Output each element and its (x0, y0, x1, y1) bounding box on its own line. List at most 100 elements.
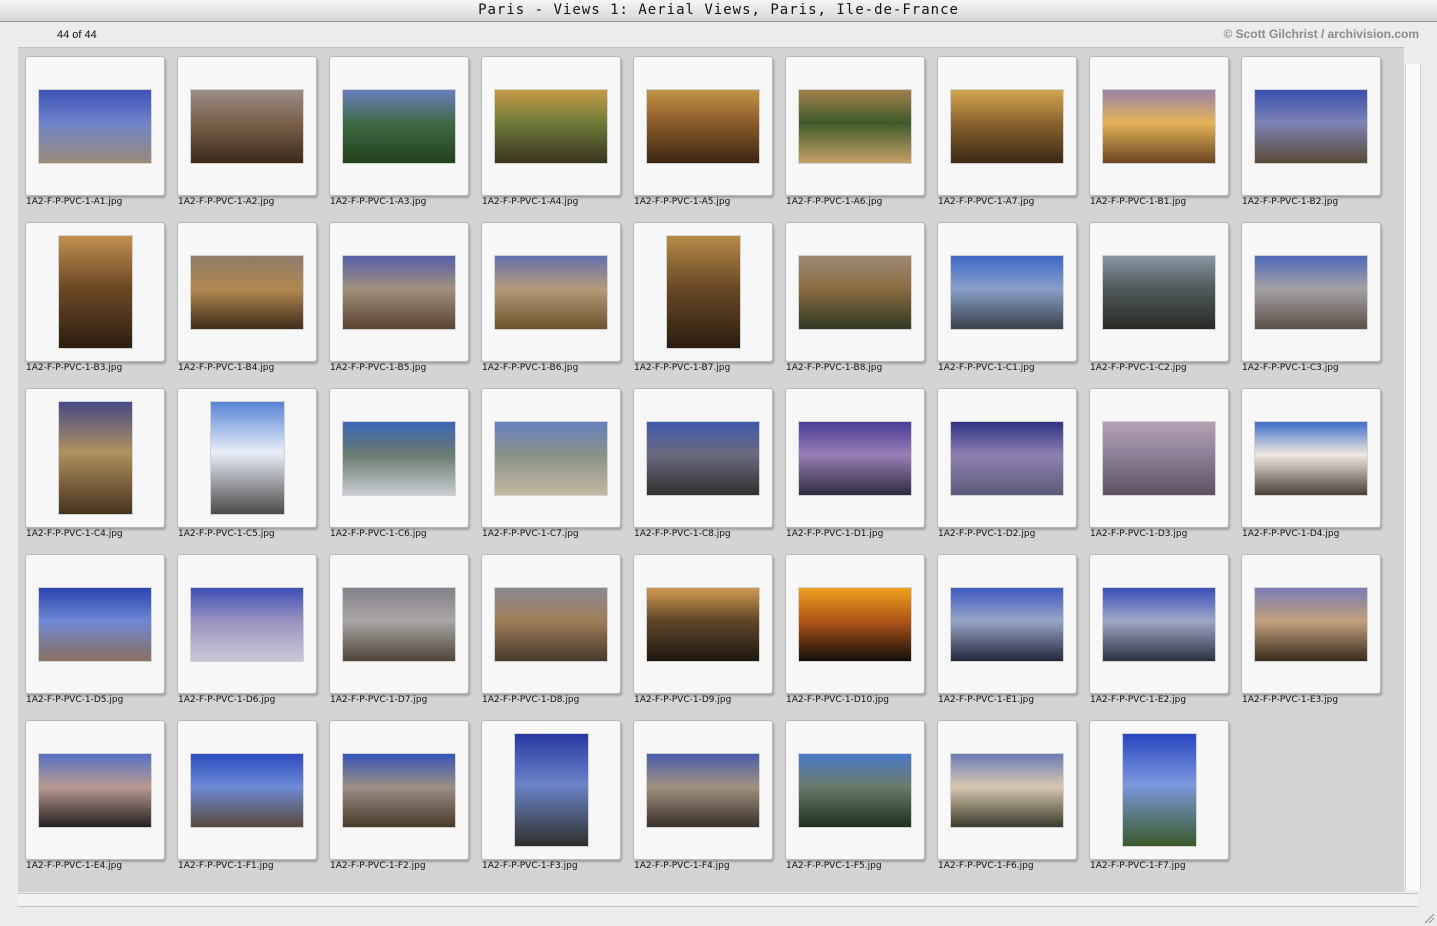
photo-thumbnail[interactable] (39, 754, 151, 827)
photo-thumbnail[interactable] (343, 256, 455, 329)
thumbnail-item[interactable]: 1A2-F-P-PVC-1-E3.jpg (1241, 554, 1393, 714)
slide-mount[interactable] (329, 388, 469, 528)
photo-thumbnail[interactable] (39, 588, 151, 661)
photo-thumbnail[interactable] (191, 90, 303, 163)
photo-thumbnail[interactable] (951, 754, 1063, 827)
photo-thumbnail[interactable] (343, 754, 455, 827)
slide-mount[interactable] (1089, 720, 1229, 860)
slide-mount[interactable] (25, 720, 165, 860)
thumbnail-item[interactable]: 1A2-F-P-PVC-1-F7.jpg (1089, 720, 1241, 880)
slide-mount[interactable] (329, 554, 469, 694)
thumbnail-item[interactable]: 1A2-F-P-PVC-1-B6.jpg (481, 222, 633, 382)
photo-thumbnail[interactable] (191, 754, 303, 827)
slide-mount[interactable] (177, 388, 317, 528)
thumbnail-item[interactable]: 1A2-F-P-PVC-1-D1.jpg (785, 388, 937, 548)
thumbnail-item[interactable]: 1A2-F-P-PVC-1-F4.jpg (633, 720, 785, 880)
photo-thumbnail[interactable] (799, 422, 911, 495)
photo-thumbnail[interactable] (951, 422, 1063, 495)
thumbnail-item[interactable]: 1A2-F-P-PVC-1-E2.jpg (1089, 554, 1241, 714)
photo-thumbnail[interactable] (1255, 90, 1367, 163)
thumbnail-item[interactable]: 1A2-F-P-PVC-1-A5.jpg (633, 56, 785, 216)
slide-mount[interactable] (1241, 56, 1381, 196)
thumbnail-item[interactable]: 1A2-F-P-PVC-1-D4.jpg (1241, 388, 1393, 548)
slide-mount[interactable] (785, 388, 925, 528)
slide-mount[interactable] (25, 554, 165, 694)
photo-thumbnail[interactable] (343, 90, 455, 163)
slide-mount[interactable] (633, 554, 773, 694)
photo-thumbnail[interactable] (647, 588, 759, 661)
slide-mount[interactable] (177, 222, 317, 362)
photo-thumbnail[interactable] (1103, 422, 1215, 495)
slide-mount[interactable] (785, 720, 925, 860)
thumbnail-item[interactable]: 1A2-F-P-PVC-1-C5.jpg (177, 388, 329, 548)
thumbnail-item[interactable]: 1A2-F-P-PVC-1-B8.jpg (785, 222, 937, 382)
photo-thumbnail[interactable] (495, 256, 607, 329)
thumbnail-item[interactable]: 1A2-F-P-PVC-1-F3.jpg (481, 720, 633, 880)
photo-thumbnail[interactable] (495, 422, 607, 495)
slide-mount[interactable] (785, 222, 925, 362)
photo-thumbnail[interactable] (59, 402, 132, 514)
photo-thumbnail[interactable] (647, 422, 759, 495)
photo-thumbnail[interactable] (39, 90, 151, 163)
thumbnail-item[interactable]: 1A2-F-P-PVC-1-C4.jpg (25, 388, 177, 548)
thumbnail-item[interactable]: 1A2-F-P-PVC-1-F2.jpg (329, 720, 481, 880)
slide-mount[interactable] (481, 388, 621, 528)
slide-mount[interactable] (1089, 56, 1229, 196)
photo-thumbnail[interactable] (647, 90, 759, 163)
thumbnail-item[interactable]: 1A2-F-P-PVC-1-F5.jpg (785, 720, 937, 880)
slide-mount[interactable] (633, 56, 773, 196)
photo-thumbnail[interactable] (951, 588, 1063, 661)
slide-mount[interactable] (481, 222, 621, 362)
slide-mount[interactable] (633, 388, 773, 528)
slide-mount[interactable] (937, 720, 1077, 860)
photo-thumbnail[interactable] (495, 90, 607, 163)
slide-mount[interactable] (481, 56, 621, 196)
thumbnail-item[interactable]: 1A2-F-P-PVC-1-D7.jpg (329, 554, 481, 714)
photo-thumbnail[interactable] (799, 588, 911, 661)
photo-thumbnail[interactable] (211, 402, 284, 514)
thumbnail-item[interactable]: 1A2-F-P-PVC-1-A1.jpg (25, 56, 177, 216)
slide-mount[interactable] (1241, 222, 1381, 362)
thumbnail-item[interactable]: 1A2-F-P-PVC-1-C2.jpg (1089, 222, 1241, 382)
slide-mount[interactable] (177, 554, 317, 694)
thumbnail-item[interactable]: 1A2-F-P-PVC-1-D3.jpg (1089, 388, 1241, 548)
thumbnail-item[interactable]: 1A2-F-P-PVC-1-C8.jpg (633, 388, 785, 548)
thumbnail-item[interactable]: 1A2-F-P-PVC-1-A4.jpg (481, 56, 633, 216)
vertical-scrollbar[interactable] (1405, 64, 1421, 890)
slide-mount[interactable] (329, 222, 469, 362)
thumbnail-item[interactable]: 1A2-F-P-PVC-1-A3.jpg (329, 56, 481, 216)
photo-thumbnail[interactable] (1123, 734, 1196, 846)
slide-mount[interactable] (481, 720, 621, 860)
slide-mount[interactable] (785, 554, 925, 694)
photo-thumbnail[interactable] (1103, 256, 1215, 329)
slide-mount[interactable] (25, 222, 165, 362)
thumbnail-item[interactable]: 1A2-F-P-PVC-1-D5.jpg (25, 554, 177, 714)
slide-mount[interactable] (785, 56, 925, 196)
slide-mount[interactable] (329, 720, 469, 860)
photo-thumbnail[interactable] (343, 588, 455, 661)
photo-thumbnail[interactable] (951, 90, 1063, 163)
photo-thumbnail[interactable] (191, 256, 303, 329)
photo-thumbnail[interactable] (515, 734, 588, 846)
photo-thumbnail[interactable] (647, 754, 759, 827)
slide-mount[interactable] (937, 388, 1077, 528)
photo-thumbnail[interactable] (1255, 256, 1367, 329)
photo-thumbnail[interactable] (1255, 422, 1367, 495)
thumbnail-item[interactable]: 1A2-F-P-PVC-1-A6.jpg (785, 56, 937, 216)
thumbnail-item[interactable]: 1A2-F-P-PVC-1-D8.jpg (481, 554, 633, 714)
thumbnail-item[interactable]: 1A2-F-P-PVC-1-B1.jpg (1089, 56, 1241, 216)
thumbnail-item[interactable]: 1A2-F-P-PVC-1-D6.jpg (177, 554, 329, 714)
photo-thumbnail[interactable] (495, 588, 607, 661)
photo-thumbnail[interactable] (799, 754, 911, 827)
thumbnail-item[interactable]: 1A2-F-P-PVC-1-B5.jpg (329, 222, 481, 382)
photo-thumbnail[interactable] (191, 588, 303, 661)
slide-mount[interactable] (177, 720, 317, 860)
thumbnail-item[interactable]: 1A2-F-P-PVC-1-B4.jpg (177, 222, 329, 382)
photo-thumbnail[interactable] (59, 236, 132, 348)
slide-mount[interactable] (633, 720, 773, 860)
thumbnail-item[interactable]: 1A2-F-P-PVC-1-D2.jpg (937, 388, 1089, 548)
photo-thumbnail[interactable] (1255, 588, 1367, 661)
slide-mount[interactable] (937, 554, 1077, 694)
thumbnail-item[interactable]: 1A2-F-P-PVC-1-C3.jpg (1241, 222, 1393, 382)
thumbnail-item[interactable]: 1A2-F-P-PVC-1-B2.jpg (1241, 56, 1393, 216)
